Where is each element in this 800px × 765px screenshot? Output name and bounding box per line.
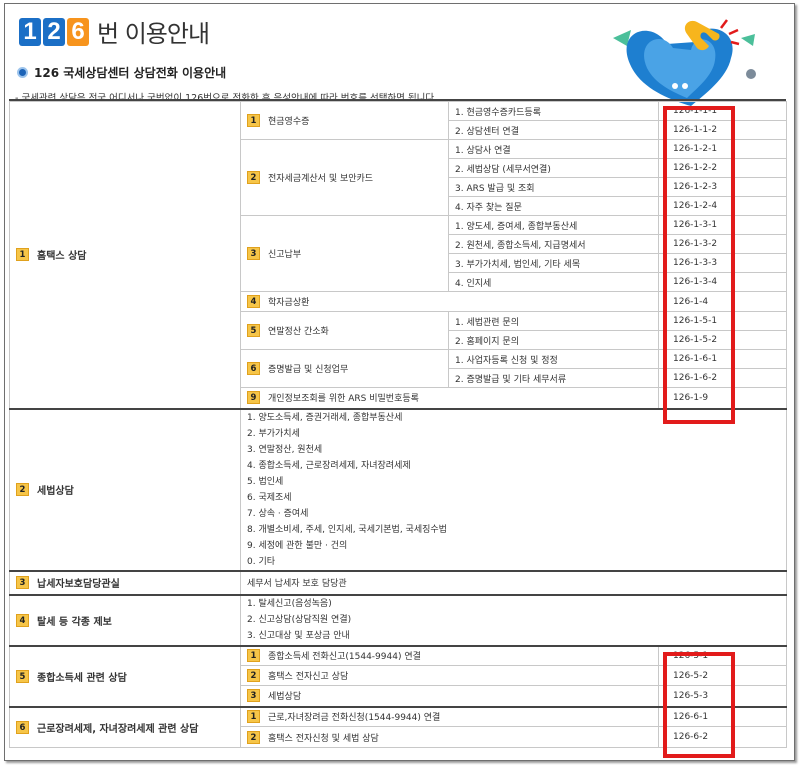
- sub-number: 2: [247, 730, 260, 744]
- highlight-box-lower: [663, 652, 735, 758]
- list-item: 6. 국제조세: [247, 492, 292, 503]
- category-number: 4: [16, 613, 29, 627]
- subcategory-cell: 4 학자금상환: [240, 291, 659, 312]
- subcategory-cell: 1 근로,자녀장려금 전화신청(1544-9944) 연결: [240, 705, 659, 727]
- option-cell: 4. 인지세: [448, 272, 659, 292]
- subcategory-cell: 5 연말정산 간소화: [240, 311, 449, 350]
- category-cell: 3 납세자보호담당관실: [9, 569, 241, 595]
- list-item: 2. 부가가치세: [247, 428, 300, 439]
- sub-number: 1: [247, 114, 260, 127]
- sub-label: 현금영수증: [268, 117, 310, 127]
- list-item: 5. 법인세: [247, 476, 284, 487]
- category-number: 6: [16, 720, 29, 734]
- sub-label: 전자세금계산서 및 보안카드: [268, 174, 374, 184]
- bullet-icon: [17, 67, 28, 78]
- list-item: 9. 세정에 관한 불만 · 건의: [247, 540, 348, 551]
- option-list-cell: 1. 탈세신고(음성녹음) 2. 신고상담(상담직원 연결) 3. 신고대상 및…: [240, 593, 787, 646]
- category-label: 홈택스 상담: [37, 251, 87, 263]
- option-cell: 2. 상담센터 연결: [448, 120, 659, 140]
- sub-label: 학자금상환: [268, 298, 310, 308]
- category-cell: 5 종합소득세 관련 상담: [9, 644, 241, 707]
- category-label: 탈세 등 각종 제보: [37, 616, 112, 628]
- table-row: 3 납세자보호담당관실 세무서 납세자 보호 담당관: [9, 569, 787, 595]
- list-item: 7. 상속 · 증여세: [247, 508, 309, 519]
- category-label: 납세자보호담당관실: [37, 579, 120, 590]
- sub-number: 9: [247, 391, 260, 405]
- option-cell: 1. 세법관련 문의: [448, 311, 659, 331]
- category-cell: 6 근로장려세제, 자녀장려세제 관련 상담: [9, 705, 241, 748]
- highlight-box-upper: [663, 106, 735, 424]
- option-cell: 2. 증명발급 및 기타 세무서류: [448, 368, 659, 388]
- list-item: 4. 종합소득세, 근로장려세제, 자녀장려세제: [247, 460, 411, 471]
- option-cell: 3. 부가가치세, 법인세, 기타 세목: [448, 253, 659, 273]
- sub-number: 3: [247, 689, 260, 703]
- logo-digit: 2: [43, 17, 65, 46]
- option-cell: 2. 홈페이지 문의: [448, 330, 659, 350]
- list-item: 2. 신고상담(상담직원 연결): [247, 615, 352, 625]
- option-list: 1. 탈세신고(음성녹음) 2. 신고상담(상담직원 연결) 3. 신고대상 및…: [247, 596, 780, 644]
- section-subtitle: 126 국세상담센터 상담전화 이용안내: [17, 64, 226, 81]
- list-item: 1. 탈세신고(음성녹음): [247, 599, 332, 609]
- subtitle-text: 126 국세상담센터 상담전화 이용안내: [34, 66, 227, 80]
- sub-label: 신고납부: [268, 250, 302, 260]
- sub-number: 6: [247, 362, 260, 375]
- option-cell: 2. 원천세, 종합소득세, 지급명세서: [448, 234, 659, 254]
- subcategory-cell: 2 전자세금계산서 및 보안카드: [240, 139, 449, 216]
- list-item: 0. 기타: [247, 556, 276, 567]
- sub-number: 3: [247, 247, 260, 260]
- option-cell: 1. 사업자등록 신청 및 정정: [448, 349, 659, 369]
- list-item: 3. 연말정산, 원천세: [247, 444, 323, 455]
- option-cell: 1. 상담사 연결: [448, 139, 659, 159]
- subcategory-cell: 3 신고납부: [240, 215, 449, 292]
- sub-label: 홈택스 전자신고 상담: [268, 672, 349, 682]
- sub-number: 2: [247, 171, 260, 184]
- option-cell: 3. ARS 발급 및 조회: [448, 177, 659, 197]
- sub-number: 4: [247, 295, 260, 308]
- sub-number: 1: [247, 649, 260, 663]
- subcategory-cell: 9 개인정보조회를 위한 ARS 비밀번호등록: [240, 387, 659, 409]
- logo: 1 2 6 번 이용안내: [19, 14, 210, 49]
- category-number: 3: [16, 576, 29, 589]
- category-number: 1: [16, 248, 29, 262]
- page-title: 번 이용안내: [97, 20, 210, 48]
- sub-label: 증명발급 및 신청업무: [268, 365, 349, 375]
- category-label: 종합소득세 관련 상담: [37, 672, 127, 684]
- sub-label: 개인정보조회를 위한 ARS 비밀번호등록: [268, 394, 419, 405]
- table-row: 2 세법상담 1. 양도소득세, 증권거래세, 종합부동산세 2. 부가가치세 3…: [9, 407, 787, 571]
- sub-number: 1: [247, 710, 260, 724]
- list-item: 3. 신고대상 및 포상금 안내: [247, 631, 350, 641]
- table-row: 4 탈세 등 각종 제보 1. 탈세신고(음성녹음) 2. 신고상담(상담직원 연…: [9, 593, 787, 646]
- list-item: 8. 개별소비세, 주세, 인지세, 국세기본법, 국세징수법: [247, 524, 447, 535]
- option-list: 1. 양도소득세, 증권거래세, 종합부동산세 2. 부가가치세 3. 연말정산…: [247, 410, 780, 570]
- sub-label: 홈택스 전자신청 및 세법 상담: [268, 733, 379, 744]
- sub-number: 5: [247, 324, 260, 337]
- category-label: 세법상담: [37, 486, 74, 497]
- sub-label: 연말정산 간소화: [268, 327, 329, 337]
- option-list-cell: 1. 양도소득세, 증권거래세, 종합부동산세 2. 부가가치세 3. 연말정산…: [240, 407, 787, 571]
- subcategory-cell: 3 세법상담: [240, 685, 659, 707]
- sub-label: 세법상담: [268, 692, 302, 703]
- option-cell: 4. 자주 찾는 질문: [448, 196, 659, 216]
- category-label: 근로장려세제, 자녀장려세제 관련 상담: [37, 723, 199, 735]
- subcategory-cell: 2 홈택스 전자신청 및 세법 상담: [240, 726, 659, 748]
- phone-heart-illustration: [613, 19, 756, 106]
- category-cell: 2 세법상담: [9, 407, 241, 571]
- category-cell: 4 탈세 등 각종 제보: [9, 593, 241, 646]
- option-cell: 1. 현금영수증카드등록: [448, 101, 659, 121]
- sub-label: 근로,자녀장려금 전화신청(1544-9944) 연결: [268, 713, 441, 724]
- sub-label: 종합소득세 전화신고(1544-9944) 연결: [268, 652, 421, 663]
- category-number: 5: [16, 669, 29, 683]
- category-cell: 1 홈택스 상담: [9, 101, 241, 409]
- logo-digit: 1: [19, 17, 41, 46]
- option-cell: 세무서 납세자 보호 담당관: [240, 569, 787, 595]
- logo-digit: 6: [67, 17, 89, 46]
- subcategory-cell: 6 증명발급 및 신청업무: [240, 349, 449, 388]
- category-number: 2: [16, 483, 29, 496]
- subcategory-cell: 1 종합소득세 전화신고(1544-9944) 연결: [240, 644, 659, 666]
- option-cell: 1. 양도세, 증여세, 종합부동산세: [448, 215, 659, 235]
- subcategory-cell: 2 홈택스 전자신고 상담: [240, 665, 659, 686]
- sub-number: 2: [247, 669, 260, 682]
- subcategory-cell: 1 현금영수증: [240, 101, 449, 140]
- option-cell: 2. 세법상담 (세무서연결): [448, 158, 659, 178]
